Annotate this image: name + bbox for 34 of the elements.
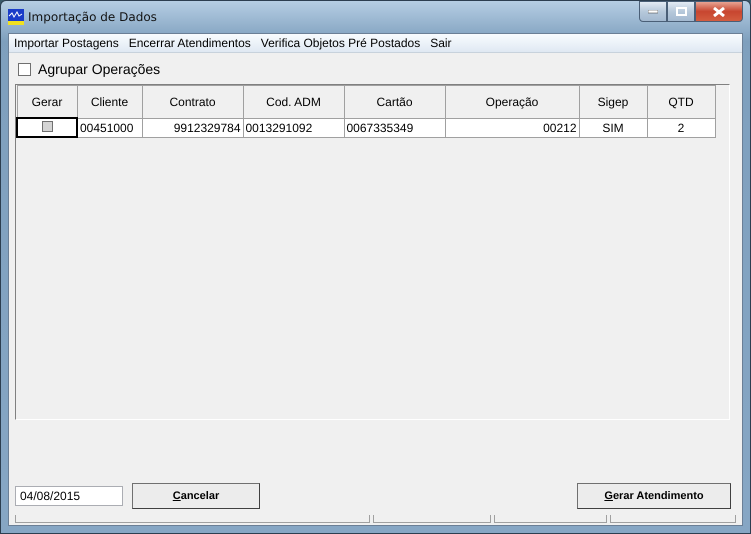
minimize-icon [648,10,658,14]
maximize-icon [676,7,686,16]
checkbox-label: Agrupar Operações [38,61,160,77]
column-header[interactable]: Contrato [142,86,243,118]
table-cell: SIM [579,118,647,137]
column-header[interactable]: QTD [647,86,715,118]
checkbox[interactable] [18,62,31,76]
action-button[interactable]: Gerar Atendimento [577,483,731,509]
minimize-button[interactable] [639,1,667,22]
row-checkbox[interactable] [42,120,52,132]
column-header[interactable]: Gerar [17,86,77,118]
menu-item[interactable]: Importar Postagens [11,36,126,50]
window-title: Importação de Dados [28,10,157,24]
menu-item[interactable]: Encerrar Atendimentos [126,36,258,50]
action-button[interactable]: Cancelar [132,483,260,509]
column-header[interactable]: Cod. ADM [243,86,344,118]
maximize-button[interactable] [667,1,695,22]
column-header[interactable]: Cliente [77,86,142,118]
close-icon [713,6,725,16]
table-cell: 0013291092 [243,118,344,137]
table-cell: 0067335349 [344,118,445,137]
menu-item[interactable]: Sair [427,36,459,50]
close-button[interactable] [695,1,743,22]
table-cell: 00212 [445,118,579,137]
table-cell: 2 [647,118,715,137]
date-field[interactable]: 04/08/2015 [15,486,123,506]
table-cell: 9912329784 [142,118,243,137]
menu-item[interactable]: Verifica Objetos Pré Postados [258,36,428,50]
table-cell: 00451000 [77,118,142,137]
column-header[interactable]: Sigep [579,86,647,118]
app-icon [8,9,24,25]
column-header[interactable]: Operação [445,86,579,118]
table-cell[interactable] [17,118,77,137]
column-header[interactable]: Cartão [344,86,445,118]
